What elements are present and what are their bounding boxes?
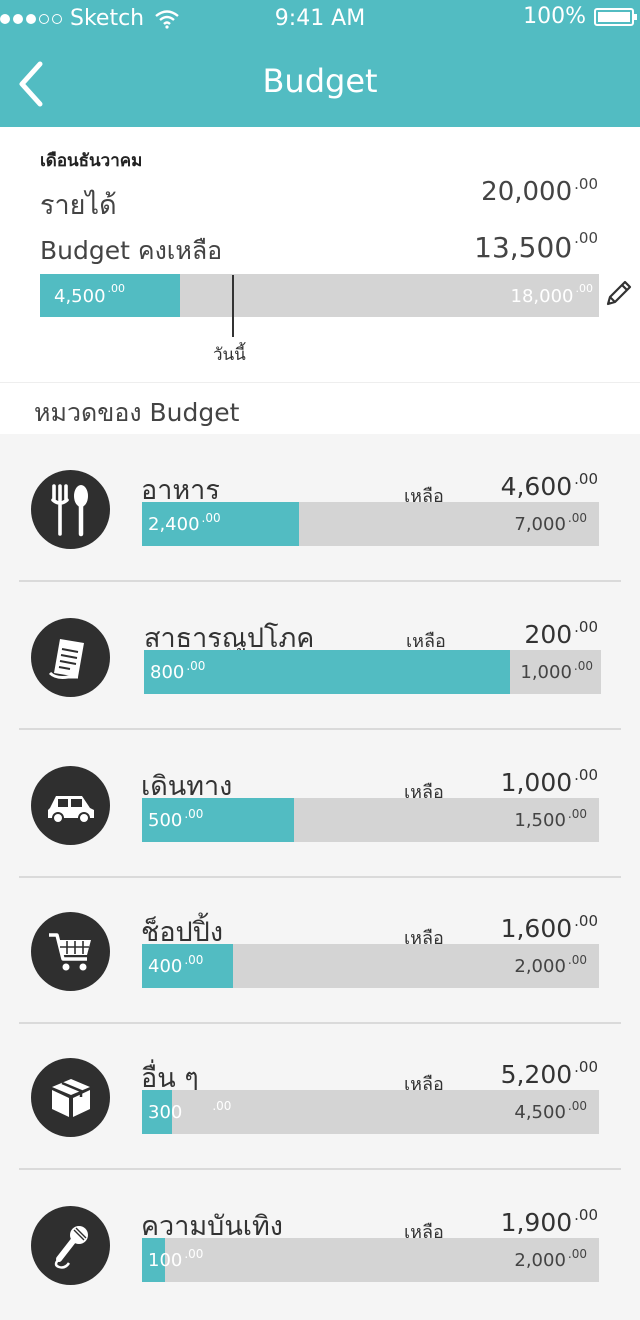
category-total-value: 2,000.00 <box>514 1247 587 1271</box>
battery-percent: 100% <box>523 4 586 29</box>
category-progress-bar: 800.00 1,000.00 <box>144 650 601 694</box>
page-title: Budget <box>262 62 378 100</box>
section-header: หมวดของ Budget <box>0 382 640 434</box>
category-total-value: 7,000.00 <box>514 511 587 535</box>
category-remaining-value: 4,600.00 <box>500 470 598 501</box>
budget-summary: เดือนธันวาคม รายได้ 20,000.00 Budget คงเ… <box>0 127 640 382</box>
category-row-utilities[interactable]: สาธารณูปโภค เหลือ 200.00 800.00 1,000.00 <box>0 584 640 730</box>
category-progress-bar: 400.00 2,000.00 <box>142 944 599 988</box>
overall-total-value: 18,000.00 <box>510 282 593 307</box>
category-total-value: 1,000.00 <box>520 659 593 683</box>
category-spent-value: 400.00 <box>148 953 204 977</box>
car-icon <box>31 766 110 845</box>
divider <box>19 580 621 582</box>
category-row-entertainment[interactable]: ความบันเทิง เหลือ 1,900.00 100.00 2,000.… <box>0 1172 640 1318</box>
remaining-value: 13,500.00 <box>474 229 598 264</box>
bill-receipt-icon <box>31 618 110 697</box>
fork-spoon-icon <box>31 470 110 549</box>
income-value: 20,000.00 <box>481 175 598 207</box>
today-marker <box>232 275 234 337</box>
month-label: เดือนธันวาคม <box>40 151 143 171</box>
category-row-other[interactable]: อื่น ๆ เหลือ 5,200.00 300.00 4,500.00 <box>0 1024 640 1170</box>
category-spent-value: 300.00 <box>148 1099 232 1123</box>
category-remaining-value: 1,000.00 <box>500 766 598 797</box>
status-bar: Sketch 9:41 AM 100% <box>0 0 640 40</box>
category-total-value: 2,000.00 <box>514 953 587 977</box>
category-spent-value: 800.00 <box>150 659 206 683</box>
income-label: รายได้ <box>40 190 117 221</box>
section-title: หมวดของ Budget <box>34 398 240 427</box>
nav-bar: Budget <box>0 40 640 127</box>
today-label: วันนี้ <box>213 345 246 365</box>
category-spent-value: 500.00 <box>148 807 204 831</box>
category-progress-bar: 2,400.00 7,000.00 <box>142 502 599 546</box>
category-total-value: 1,500.00 <box>514 807 587 831</box>
overall-budget-bar: 4,500.00 18,000.00 <box>40 274 599 317</box>
shopping-cart-icon <box>31 912 110 991</box>
remaining-label: Budget คงเหลือ <box>40 236 223 265</box>
box-icon <box>31 1058 110 1137</box>
category-row-food[interactable]: อาหาร เหลือ 4,600.00 2,400.00 7,000.00 <box>0 436 640 582</box>
category-spent-value: 2,400.00 <box>148 511 221 535</box>
category-remaining-value: 1,600.00 <box>500 912 598 943</box>
category-remaining-value: 5,200.00 <box>500 1058 598 1089</box>
category-row-shopping[interactable]: ช็อปปิ้ง เหลือ 1,600.00 400.00 2,000.00 <box>0 878 640 1024</box>
category-progress-bar: 300.00 4,500.00 <box>142 1090 599 1134</box>
category-row-travel[interactable]: เดินทาง เหลือ 1,000.00 500.00 1,500.00 <box>0 732 640 878</box>
category-progress-bar: 100.00 2,000.00 <box>142 1238 599 1282</box>
battery-icon <box>594 7 637 26</box>
category-remaining-value: 200.00 <box>524 618 598 649</box>
pencil-icon[interactable] <box>603 277 635 309</box>
category-remaining-value: 1,900.00 <box>500 1206 598 1237</box>
divider <box>19 728 621 730</box>
category-spent-value: 100.00 <box>148 1247 204 1271</box>
overall-spent-value: 4,500.00 <box>54 282 126 307</box>
category-progress-bar: 500.00 1,500.00 <box>142 798 599 842</box>
category-total-value: 4,500.00 <box>514 1099 587 1123</box>
divider <box>19 1168 621 1170</box>
microphone-icon <box>31 1206 110 1285</box>
